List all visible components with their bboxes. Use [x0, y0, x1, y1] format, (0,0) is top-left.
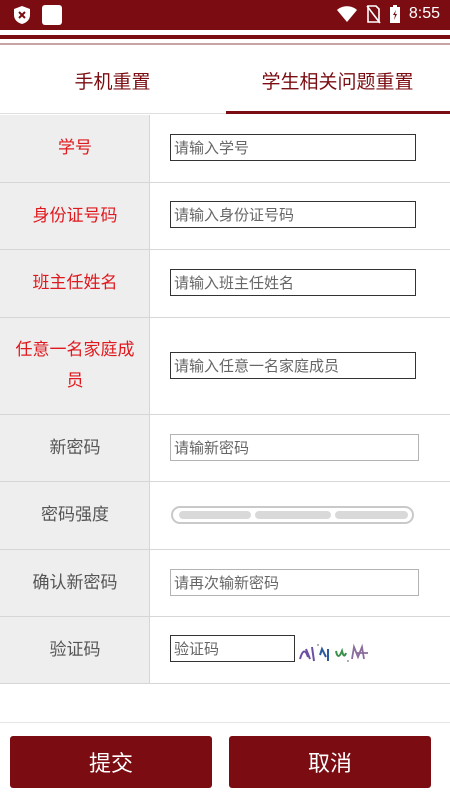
tab-student-question-reset[interactable]: 学生相关问题重置	[225, 46, 450, 114]
captcha-image[interactable]	[298, 639, 372, 665]
captcha-label: 验证码	[0, 617, 150, 683]
bottom-divider	[0, 722, 450, 723]
active-tab-indicator	[226, 111, 450, 114]
notification-square-icon	[42, 5, 62, 25]
row-student-id: 学号 请输入学号	[0, 115, 450, 183]
new-password-input[interactable]: 请输新密码	[170, 434, 419, 461]
password-strength-meter	[171, 506, 414, 524]
id-card-input[interactable]: 请输入身份证号码	[170, 201, 416, 228]
row-captcha: 验证码 验证码	[0, 617, 450, 684]
strength-segment-strong	[335, 511, 408, 519]
head-teacher-label: 班主任姓名	[0, 250, 150, 317]
tab-bar: 手机重置 学生相关问题重置	[0, 46, 450, 114]
family-member-label: 任意一名家庭成员	[0, 318, 150, 414]
row-family-member: 任意一名家庭成员 请输入任意一名家庭成员	[0, 318, 450, 415]
confirm-password-label: 确认新密码	[0, 550, 150, 616]
tab-phone-reset[interactable]: 手机重置	[0, 46, 225, 114]
new-password-label: 新密码	[0, 415, 150, 481]
row-id-card: 身份证号码 请输入身份证号码	[0, 183, 450, 250]
battery-charging-icon	[389, 5, 400, 23]
status-time: 8:55	[408, 5, 440, 22]
strength-segment-weak	[179, 511, 251, 519]
row-new-password: 新密码 请输新密码	[0, 415, 450, 482]
id-card-label: 身份证号码	[0, 183, 150, 249]
cancel-button[interactable]: 取消	[229, 736, 431, 788]
submit-button[interactable]: 提交	[10, 736, 212, 788]
student-id-input[interactable]: 请输入学号	[170, 134, 416, 161]
captcha-input[interactable]: 验证码	[170, 635, 295, 662]
strength-segment-medium	[255, 511, 331, 519]
family-member-input[interactable]: 请输入任意一名家庭成员	[170, 352, 416, 379]
shield-icon	[14, 6, 30, 24]
head-teacher-input[interactable]: 请输入班主任姓名	[170, 269, 416, 296]
password-strength-label: 密码强度	[0, 482, 150, 549]
status-bar: 8:55	[0, 0, 450, 30]
row-head-teacher: 班主任姓名 请输入班主任姓名	[0, 250, 450, 318]
row-confirm-password: 确认新密码 请再次输新密码	[0, 550, 450, 617]
confirm-password-input[interactable]: 请再次输新密码	[170, 569, 419, 596]
wifi-icon	[336, 6, 357, 22]
header-stripe-pink	[0, 43, 450, 45]
no-sim-icon	[366, 5, 381, 24]
row-password-strength: 密码强度	[0, 482, 450, 550]
student-id-label: 学号	[0, 115, 150, 182]
